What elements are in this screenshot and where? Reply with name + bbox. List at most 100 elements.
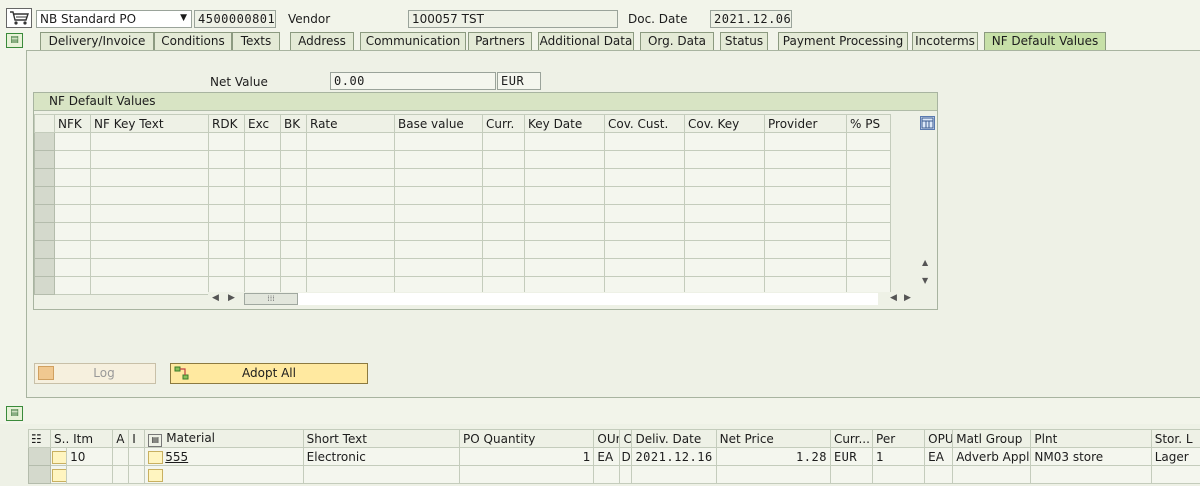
po-quantity[interactable]: 1: [459, 447, 595, 466]
doc-date-field[interactable]: 2021.12.06: [710, 10, 792, 28]
cell[interactable]: [208, 240, 245, 259]
cell[interactable]: [593, 465, 621, 484]
tab-communication[interactable]: Communication: [360, 32, 466, 50]
cell[interactable]: [306, 186, 395, 205]
col-header[interactable]: Cov. Key: [684, 114, 765, 133]
cell[interactable]: [208, 204, 245, 223]
cell[interactable]: [244, 150, 281, 169]
col-header[interactable]: Deliv. Date: [631, 429, 717, 448]
cell[interactable]: [764, 150, 847, 169]
cell[interactable]: [524, 186, 605, 205]
scroll-left-icon[interactable]: ◀: [212, 293, 219, 303]
cell[interactable]: [90, 168, 209, 187]
column-config-icon[interactable]: [920, 116, 935, 130]
tab-org-data[interactable]: Org. Data: [640, 32, 714, 50]
col-header[interactable]: OUn: [593, 429, 621, 448]
cell[interactable]: [764, 204, 847, 223]
cell[interactable]: [90, 258, 209, 277]
cell[interactable]: [524, 240, 605, 259]
col-header[interactable]: RDK: [208, 114, 245, 133]
col-header[interactable]: Per: [872, 429, 926, 448]
cell[interactable]: [208, 258, 245, 277]
col-header[interactable]: A: [112, 429, 130, 448]
table-row[interactable]: [34, 240, 891, 259]
cell[interactable]: [54, 222, 91, 241]
cell[interactable]: [684, 258, 765, 277]
cell[interactable]: [846, 240, 891, 259]
status-cell[interactable]: [50, 465, 68, 484]
cell[interactable]: [280, 168, 307, 187]
col-header[interactable]: I: [128, 429, 146, 448]
col-header[interactable]: PO Quantity: [459, 429, 595, 448]
cell[interactable]: [604, 168, 685, 187]
col-header[interactable]: NF Key Text: [90, 114, 209, 133]
cell[interactable]: [952, 465, 1032, 484]
cell[interactable]: [54, 186, 91, 205]
cell[interactable]: [54, 240, 91, 259]
cell[interactable]: [924, 465, 954, 484]
scroll-down-icon[interactable]: ▼: [922, 276, 928, 285]
tab-partners[interactable]: Partners: [468, 32, 532, 50]
cell[interactable]: [524, 204, 605, 223]
cell[interactable]: [482, 240, 525, 259]
cell[interactable]: [604, 240, 685, 259]
cell[interactable]: [764, 132, 847, 151]
adopt-all-button[interactable]: Adopt All: [170, 363, 368, 384]
cell[interactable]: [90, 132, 209, 151]
cell[interactable]: [846, 150, 891, 169]
cell[interactable]: [524, 132, 605, 151]
col-header[interactable]: Provider: [764, 114, 847, 133]
tab-texts[interactable]: Texts: [232, 32, 280, 50]
expand-items-icon[interactable]: ▤: [6, 406, 23, 421]
cell[interactable]: [1150, 465, 1200, 484]
row-selector[interactable]: [34, 240, 55, 259]
cell[interactable]: [112, 465, 130, 484]
cell[interactable]: [524, 222, 605, 241]
table-row[interactable]: [27, 465, 1200, 484]
row-selector[interactable]: [34, 276, 55, 295]
cell[interactable]: [684, 222, 765, 241]
row-selector-header[interactable]: [34, 114, 55, 133]
cell[interactable]: [128, 465, 146, 484]
material-cell[interactable]: [144, 465, 304, 484]
table-row[interactable]: [34, 204, 891, 223]
cell[interactable]: [684, 186, 765, 205]
cell[interactable]: [280, 240, 307, 259]
cell[interactable]: [482, 258, 525, 277]
table-row[interactable]: 10 555 Electronic 1 EA D 2021.12.16 1.28…: [27, 447, 1200, 466]
cell[interactable]: [524, 150, 605, 169]
cell[interactable]: [482, 222, 525, 241]
cell[interactable]: [208, 222, 245, 241]
chevron-down-icon[interactable]: ▼: [180, 11, 187, 26]
col-header[interactable]: Matl Group: [952, 429, 1032, 448]
cell[interactable]: [90, 240, 209, 259]
col-header[interactable]: Short Text: [302, 429, 461, 448]
cell[interactable]: [306, 258, 395, 277]
vertical-scrollbar[interactable]: ▲ ▼: [920, 134, 936, 290]
cell[interactable]: [280, 186, 307, 205]
per[interactable]: 1: [872, 447, 926, 466]
cell[interactable]: [54, 168, 91, 187]
item-number[interactable]: 10: [66, 447, 114, 466]
tab-delivery-invoice[interactable]: Delivery/Invoice: [40, 32, 154, 50]
cell[interactable]: [764, 186, 847, 205]
shopping-cart-icon[interactable]: [6, 8, 32, 28]
tab-payment-processing[interactable]: Payment Processing: [778, 32, 908, 50]
cell[interactable]: [280, 132, 307, 151]
plant[interactable]: NM03 store: [1030, 447, 1152, 466]
col-header[interactable]: % PS: [846, 114, 891, 133]
cell[interactable]: [764, 168, 847, 187]
net-price[interactable]: 1.28: [715, 447, 831, 466]
horizontal-scrollbar[interactable]: ◀ ▶ ⁞⁞⁞ ◀ ▶: [208, 292, 916, 306]
scroll-right-icon[interactable]: ▶: [904, 293, 911, 303]
cell[interactable]: [524, 258, 605, 277]
tab-address[interactable]: Address: [290, 32, 354, 50]
cell[interactable]: [90, 204, 209, 223]
cell[interactable]: [482, 132, 525, 151]
cell[interactable]: [244, 222, 281, 241]
order-unit[interactable]: EA: [593, 447, 621, 466]
cell[interactable]: [684, 204, 765, 223]
cell[interactable]: [280, 150, 307, 169]
cell[interactable]: [619, 465, 633, 484]
cell[interactable]: [482, 168, 525, 187]
